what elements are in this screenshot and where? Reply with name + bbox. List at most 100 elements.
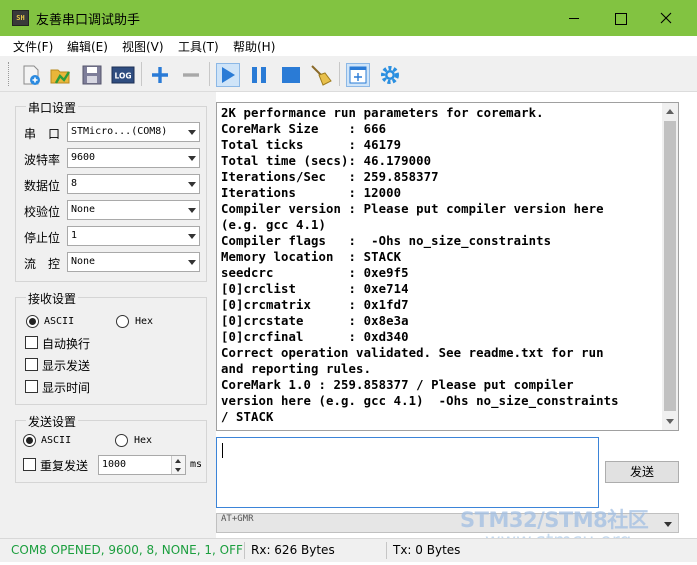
receive-ascii-label: ASCII xyxy=(44,316,75,327)
receive-settings-title: 接收设置 xyxy=(26,290,79,307)
chevron-down-icon xyxy=(664,522,672,527)
receive-text: 2K performance run parameters for corema… xyxy=(221,105,661,425)
vertical-scrollbar[interactable] xyxy=(662,103,678,430)
receive-line: Compiler flags : -Ohs no_size_constraint… xyxy=(221,234,552,248)
chevron-down-icon xyxy=(188,182,196,187)
status-bar: COM8 OPENED, 9600, 8, NONE, 1, OFF Rx: 6… xyxy=(0,538,697,562)
log-icon[interactable]: LOG xyxy=(111,63,135,87)
show-send-label: 显示发送 xyxy=(42,359,91,373)
text-caret xyxy=(222,443,223,458)
close-button[interactable] xyxy=(643,0,689,36)
stopbits-select[interactable]: 1 xyxy=(67,226,200,246)
receive-line: CoreMark Size : 666 xyxy=(221,122,387,136)
show-time-label: 显示时间 xyxy=(42,381,91,395)
receive-line: version here (e.g. gcc 4.1) -Ohs no_size… xyxy=(221,394,619,408)
auto-wrap-label: 自动换行 xyxy=(42,337,91,351)
chevron-down-icon xyxy=(188,260,196,265)
toolbar-separator xyxy=(141,62,142,86)
menu-help[interactable]: 帮助(H) xyxy=(233,38,275,55)
receive-line: Correct operation validated. See readme.… xyxy=(221,346,604,360)
receive-ascii-radio[interactable] xyxy=(26,315,39,328)
rx-count: Rx: 626 Bytes xyxy=(251,543,335,557)
receive-line: CoreMark 1.0 : 259.858377 / Please put c… xyxy=(221,378,574,392)
connection-status: COM8 OPENED, 9600, 8, NONE, 1, OFF xyxy=(11,543,243,557)
send-history-value: AT+GMR xyxy=(221,514,254,524)
databits-select[interactable]: 8 xyxy=(67,174,200,194)
parity-select[interactable]: None xyxy=(67,200,200,220)
send-ascii-label: ASCII xyxy=(41,435,72,446)
baud-select[interactable]: 9600 xyxy=(67,148,200,168)
flow-label: 流 控 xyxy=(24,257,61,271)
clear-broom-icon[interactable] xyxy=(309,63,333,87)
receive-line: 2K performance run parameters for corema… xyxy=(221,106,544,120)
pause-icon[interactable] xyxy=(247,63,271,87)
receive-line: [0]crcstate : 0x8e3a xyxy=(221,314,409,328)
databits-label: 数据位 xyxy=(24,179,61,193)
open-folder-icon[interactable] xyxy=(48,63,72,87)
toolbar: LOG xyxy=(0,56,697,92)
menu-bar: 文件(F) 编辑(E) 视图(V) 工具(T) 帮助(H) xyxy=(0,36,697,56)
tx-count: Tx: 0 Bytes xyxy=(393,543,461,557)
menu-edit[interactable]: 编辑(E) xyxy=(67,38,108,55)
save-icon[interactable] xyxy=(80,63,104,87)
receive-line: seedcrc : 0xe9f5 xyxy=(221,266,409,280)
chevron-down-icon xyxy=(188,156,196,161)
maximize-button[interactable] xyxy=(597,0,643,36)
parity-label: 校验位 xyxy=(24,205,61,219)
receive-line: Memory location : STACK xyxy=(221,250,402,264)
menu-file[interactable]: 文件(F) xyxy=(13,38,53,55)
receive-line: [0]crclist : 0xe714 xyxy=(221,282,409,296)
show-time-checkbox[interactable] xyxy=(25,380,38,393)
toolbar-separator xyxy=(339,62,340,86)
port-label: 串 口 xyxy=(24,127,61,141)
spinner-arrows-icon[interactable] xyxy=(171,456,185,474)
title-bar: SH 友善串口调试助手 xyxy=(0,0,697,36)
receive-line: (e.g. gcc 4.1) xyxy=(221,218,327,232)
receive-line: Total time (secs): 46.179000 xyxy=(221,154,432,168)
close-icon xyxy=(660,12,672,24)
stopbits-label: 停止位 xyxy=(24,231,61,245)
receive-line: [0]crcmatrix : 0x1fd7 xyxy=(221,298,409,312)
window-title: 友善串口调试助手 xyxy=(36,13,141,28)
repeat-send-checkbox[interactable] xyxy=(23,458,36,471)
add-icon[interactable] xyxy=(148,63,172,87)
chevron-down-icon xyxy=(188,208,196,213)
send-ascii-radio[interactable] xyxy=(23,434,36,447)
receive-hex-radio[interactable] xyxy=(116,315,129,328)
receive-line: Iterations : 12000 xyxy=(221,186,402,200)
app-logo-icon: SH xyxy=(12,10,29,26)
receive-line: / STACK xyxy=(221,410,274,424)
menu-view[interactable]: 视图(V) xyxy=(122,38,164,55)
play-icon[interactable] xyxy=(216,63,240,87)
show-send-checkbox[interactable] xyxy=(25,358,38,371)
serial-settings-title: 串口设置 xyxy=(26,99,79,116)
stop-icon[interactable] xyxy=(279,63,303,87)
receive-line: [0]crcfinal : 0xd340 xyxy=(221,330,409,344)
receive-line: Total ticks : 46179 xyxy=(221,138,402,152)
scrollbar-thumb[interactable] xyxy=(664,121,676,411)
send-hex-radio[interactable] xyxy=(115,434,128,447)
scroll-down-icon[interactable] xyxy=(666,419,674,424)
settings-gear-icon[interactable] xyxy=(378,63,402,87)
interval-unit: ms xyxy=(190,459,203,470)
minimize-button[interactable] xyxy=(551,0,597,36)
chevron-down-icon xyxy=(188,130,196,135)
port-select[interactable]: STMicro...(COM8) xyxy=(67,122,200,142)
new-file-icon[interactable] xyxy=(19,63,43,87)
receive-line: and reporting rules. xyxy=(221,362,372,376)
send-button[interactable]: 发送 xyxy=(605,461,679,483)
scroll-up-icon[interactable] xyxy=(666,109,674,114)
status-separator xyxy=(386,542,387,559)
menu-tools[interactable]: 工具(T) xyxy=(178,38,219,55)
repeat-interval-input[interactable]: 1000 xyxy=(98,455,186,475)
new-window-icon[interactable] xyxy=(346,63,370,87)
receive-area[interactable]: 2K performance run parameters for corema… xyxy=(216,102,679,431)
toolbar-grip[interactable] xyxy=(8,62,11,86)
receive-line: Compiler version : Please put compiler v… xyxy=(221,202,604,216)
send-input[interactable] xyxy=(216,437,599,508)
flow-select[interactable]: None xyxy=(67,252,200,272)
auto-wrap-checkbox[interactable] xyxy=(25,336,38,349)
receive-line: Iterations/Sec : 259.858377 xyxy=(221,170,439,184)
receive-hex-label: Hex xyxy=(135,316,154,327)
remove-icon[interactable] xyxy=(179,63,203,87)
